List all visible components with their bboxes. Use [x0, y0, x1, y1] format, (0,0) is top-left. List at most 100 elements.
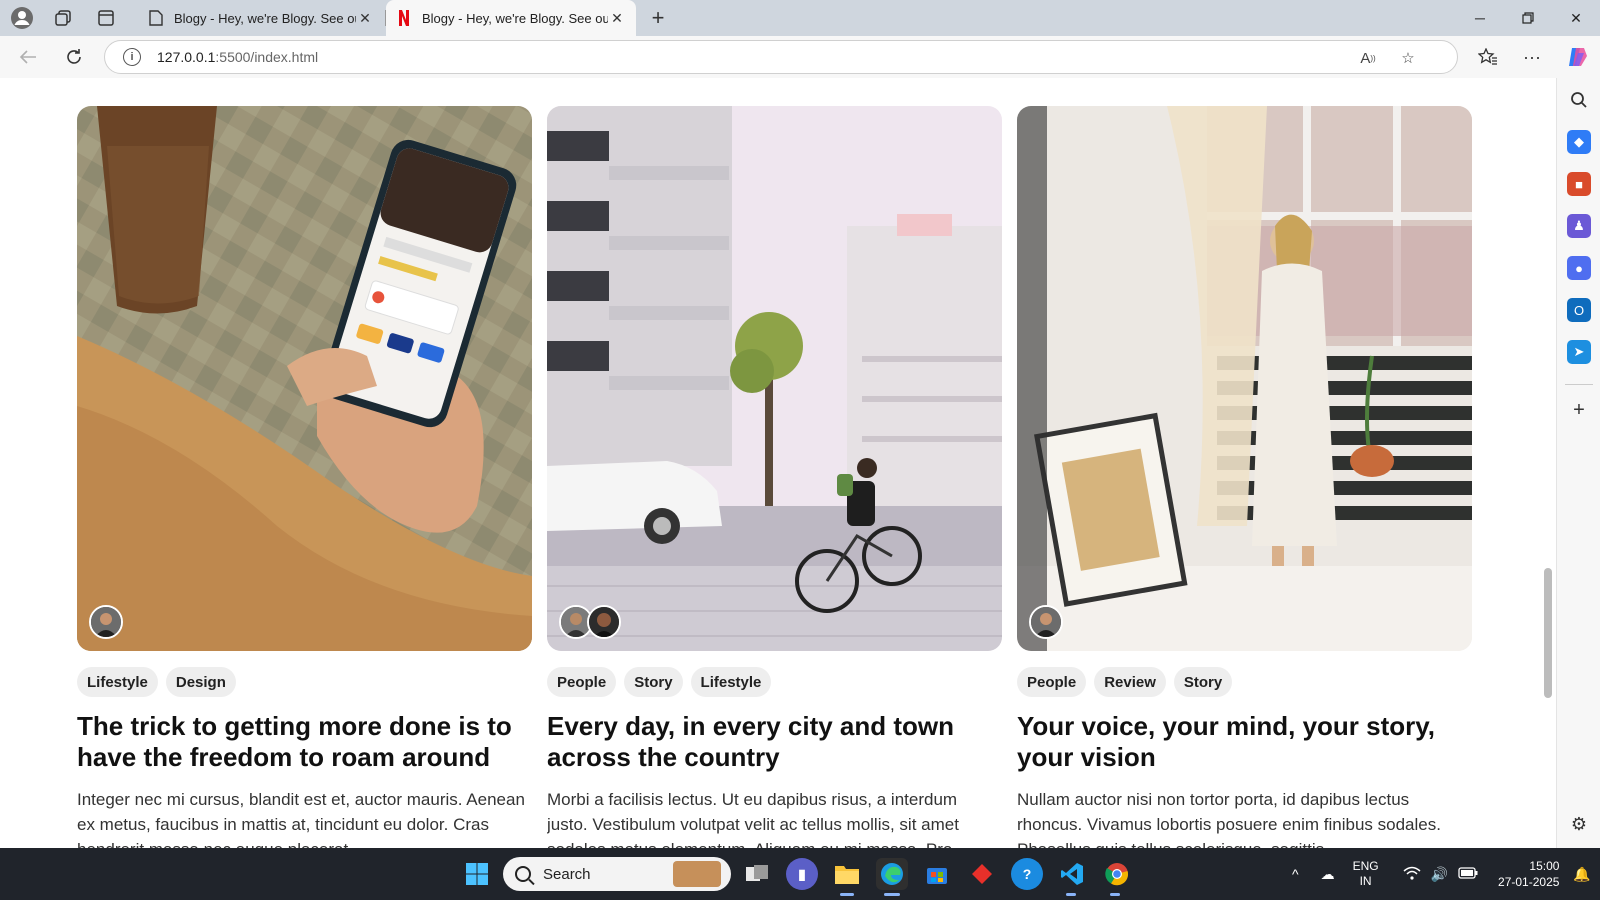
refresh-icon[interactable] [60, 43, 88, 71]
card-excerpt: Nullam auctor nisi non tortor porta, id … [1017, 790, 1441, 848]
blog-card-3[interactable]: People Review Story Your voice, your min… [1017, 106, 1472, 848]
copilot-icon[interactable] [1564, 43, 1592, 71]
site-info-icon[interactable]: i [123, 48, 141, 66]
tag-pill[interactable]: Design [165, 667, 236, 697]
tab-blogy-2-active[interactable]: Blogy - Hey, we're Blogy. See our ✕ [386, 0, 636, 36]
favorites-icon[interactable] [1474, 43, 1502, 71]
active-app-indicator [884, 893, 900, 896]
favorite-star-icon[interactable]: ☆ [1397, 47, 1419, 69]
author-avatars [1029, 605, 1063, 639]
tab-blogy-1[interactable]: Blogy - Hey, we're Blogy. See our ✕ [138, 0, 384, 36]
tag-pill[interactable]: Story [1173, 667, 1233, 697]
new-tab-button[interactable]: + [644, 4, 672, 32]
tab-title: Blogy - Hey, we're Blogy. See our [174, 10, 356, 26]
card-title[interactable]: The trick to getting more done is to hav… [77, 711, 532, 773]
workspaces-icon[interactable] [49, 4, 77, 32]
tag-pill[interactable]: Lifestyle [77, 667, 158, 697]
page-viewport: Lifestyle Design The trick to getting mo… [0, 78, 1556, 848]
tag-pill[interactable]: Story [624, 667, 683, 697]
tag-pill[interactable]: People [1017, 667, 1087, 697]
browser-toolbar: i 127.0.0.1:5500/index.html A)) ☆ ··· [0, 36, 1600, 78]
search-highlight-icon [673, 861, 721, 887]
windows-start-icon[interactable] [461, 858, 493, 890]
shopping-tag-icon[interactable]: ◆ [1567, 130, 1591, 154]
tab-title: Blogy - Hey, we're Blogy. See our [422, 10, 608, 26]
blog-card-2[interactable]: People Story Lifestyle Every day, in eve… [547, 106, 1002, 848]
tag-pill[interactable]: People [547, 667, 617, 697]
microsoft-365-icon[interactable]: ● [1567, 256, 1591, 280]
card-photo[interactable] [1017, 106, 1472, 651]
red-diamond-app-icon[interactable] [966, 858, 998, 890]
onedrive-warning-icon[interactable]: ☁ [1321, 866, 1335, 883]
netflix-n-icon [396, 10, 412, 26]
edge-browser-icon[interactable] [876, 858, 908, 890]
wifi-icon[interactable] [1403, 866, 1421, 883]
author-avatar[interactable] [89, 605, 123, 639]
read-aloud-icon[interactable]: A)) [1357, 47, 1379, 69]
vertical-tabs-icon[interactable] [92, 4, 120, 32]
card-excerpt: Integer nec mi cursus, blandit est et, a… [77, 790, 525, 848]
card-tags: People Story Lifestyle [547, 667, 1002, 697]
author-avatars [559, 605, 621, 639]
active-app-indicator [1110, 893, 1120, 896]
active-app-indicator [1066, 893, 1076, 896]
city-street-cyclist-photo [547, 106, 1002, 651]
page-icon [148, 10, 164, 26]
volume-icon[interactable]: 🔊 [1431, 866, 1448, 883]
card-excerpt: Morbi a facilisis lectus. Ut eu dapibus … [547, 790, 967, 848]
windows-taskbar: Search ▮ ? ^ ☁ ENG IN 🔊 15:00 27-01-2025… [0, 848, 1600, 900]
tools-briefcase-icon[interactable]: ■ [1567, 172, 1591, 196]
edge-sidebar: ◆ ■ ♟ ● O ➤ + ⚙ [1556, 78, 1600, 848]
restore-button[interactable] [1505, 0, 1551, 36]
url-text: 127.0.0.1:5500/index.html [157, 49, 319, 65]
tag-pill[interactable]: Review [1094, 667, 1166, 697]
card-tags: Lifestyle Design [77, 667, 532, 697]
clock[interactable]: 15:00 27-01-2025 [1498, 858, 1559, 890]
battery-icon[interactable] [1458, 866, 1478, 882]
close-window-button[interactable]: ✕ [1553, 0, 1599, 36]
search-icon [515, 866, 531, 882]
browser-tab-bar: Blogy - Hey, we're Blogy. See our ✕ Blog… [0, 0, 1600, 36]
card-title[interactable]: Every day, in every city and town across… [547, 711, 1002, 773]
minimize-button[interactable]: ─ [1457, 0, 1503, 36]
microsoft-store-icon[interactable] [921, 858, 953, 890]
language-indicator[interactable]: ENG IN [1353, 859, 1379, 889]
add-icon[interactable]: + [1567, 398, 1591, 422]
help-app-icon[interactable]: ? [1011, 858, 1043, 890]
search-placeholder: Search [543, 865, 591, 883]
tag-pill[interactable]: Lifestyle [690, 667, 772, 697]
file-explorer-icon[interactable] [831, 858, 863, 890]
more-options-icon[interactable]: ··· [1518, 43, 1546, 71]
profile-icon[interactable] [8, 4, 36, 32]
task-view-icon[interactable] [741, 858, 773, 890]
address-bar[interactable]: i 127.0.0.1:5500/index.html A)) ☆ [104, 40, 1458, 74]
blog-card-1[interactable]: Lifestyle Design The trick to getting mo… [77, 106, 532, 848]
close-tab-icon[interactable]: ✕ [608, 9, 626, 27]
vscode-icon[interactable] [1056, 858, 1088, 890]
card-photo[interactable] [547, 106, 1002, 651]
phone-in-hand-photo [77, 106, 532, 651]
active-app-indicator [840, 893, 854, 896]
close-tab-icon[interactable]: ✕ [356, 9, 374, 27]
card-tags: People Review Story [1017, 667, 1472, 697]
card-title[interactable]: Your voice, your mind, your story, your … [1017, 711, 1472, 773]
games-chess-icon[interactable]: ♟ [1567, 214, 1591, 238]
woman-by-window-photo [1017, 106, 1472, 651]
back-icon[interactable] [14, 43, 42, 71]
send-icon[interactable]: ➤ [1567, 340, 1591, 364]
system-tray: ^ ☁ ENG IN 🔊 15:00 27-01-2025 🔔 [1292, 848, 1591, 900]
notifications-bell-icon[interactable]: 🔔 [1573, 866, 1590, 883]
settings-gear-icon[interactable]: ⚙ [1567, 812, 1591, 836]
teams-chat-icon[interactable]: ▮ [786, 858, 818, 890]
author-avatar[interactable] [1029, 605, 1063, 639]
outlook-icon[interactable]: O [1567, 298, 1591, 322]
sidebar-divider [1565, 384, 1593, 385]
author-avatars [89, 605, 123, 639]
card-photo[interactable] [77, 106, 532, 651]
page-scrollbar-thumb[interactable] [1544, 568, 1552, 698]
chrome-icon[interactable] [1101, 858, 1133, 890]
taskbar-search-box[interactable]: Search [503, 857, 731, 891]
author-avatar[interactable] [587, 605, 621, 639]
show-hidden-icons-icon[interactable]: ^ [1292, 866, 1299, 882]
search-icon[interactable] [1567, 88, 1591, 112]
